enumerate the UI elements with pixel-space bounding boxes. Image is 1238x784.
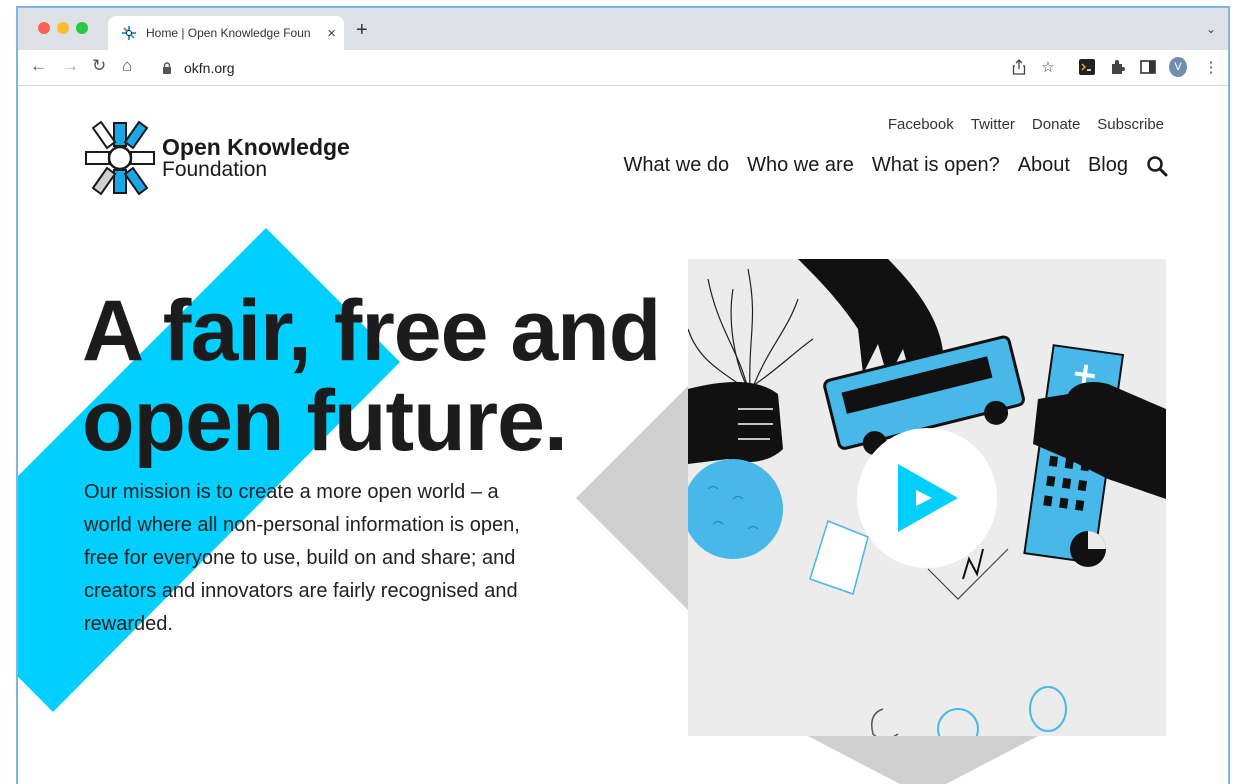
donate-link[interactable]: Donate [1032, 116, 1080, 133]
hero-title-line2: open future. [82, 373, 568, 470]
main-nav: What we do Who we are What is open? Abou… [624, 154, 1168, 177]
extensions-icon[interactable] [1109, 58, 1127, 76]
close-window-button[interactable] [38, 22, 50, 34]
hero-title: A fair, free and open future. [82, 283, 661, 470]
nav-what-we-do[interactable]: What we do [624, 154, 730, 177]
twitter-link[interactable]: Twitter [971, 116, 1015, 133]
facebook-link[interactable]: Facebook [888, 116, 954, 133]
sidepanel-icon[interactable] [1139, 58, 1157, 76]
tab-strip: Home | Open Knowledge Foun × + ⌄ [18, 8, 1228, 50]
nav-about[interactable]: About [1018, 154, 1070, 177]
okfn-logo[interactable]: Open Knowledge Foundation [84, 120, 350, 196]
back-icon[interactable]: ← [30, 56, 47, 76]
new-tab-button[interactable]: + [356, 19, 368, 42]
play-button[interactable] [857, 428, 997, 568]
reload-icon[interactable]: ↻ [92, 56, 106, 76]
social-nav: Facebook Twitter Donate Subscribe [888, 116, 1164, 133]
play-icon [898, 464, 958, 532]
browser-window: Home | Open Knowledge Foun × + ⌄ ← → ↻ ⌂… [16, 6, 1230, 784]
logo-subtitle: Foundation [162, 158, 268, 182]
lock-icon [162, 62, 172, 74]
minimize-window-button[interactable] [57, 22, 69, 34]
forward-icon[interactable]: → [62, 56, 79, 76]
hero-title-line1: A fair, free and [82, 283, 661, 379]
okfn-logo-mark-icon [85, 120, 155, 196]
page-content: Open Knowledge Foundation Facebook Twitt… [18, 86, 1228, 784]
logo-text: Open Knowledge Foundation [162, 135, 350, 181]
nav-what-is-open[interactable]: What is open? [872, 154, 1000, 177]
tab-home[interactable]: Home | Open Knowledge Foun × [108, 16, 344, 50]
tab-search-button[interactable]: ⌄ [1206, 22, 1216, 36]
browser-toolbar: ← → ↻ ⌂ okfn.org ☆ V ⋮ [18, 50, 1228, 86]
share-icon[interactable] [1010, 58, 1028, 76]
avatar: V [1169, 57, 1187, 77]
nav-blog[interactable]: Blog [1088, 154, 1128, 177]
terminal-icon[interactable] [1078, 58, 1096, 76]
hero-video[interactable] [688, 259, 1166, 736]
logo-title: Open Knowledge [162, 133, 350, 160]
mission-statement: Our mission is to create a more open wor… [84, 481, 520, 635]
tab-close-button[interactable]: × [327, 25, 336, 42]
search-icon[interactable] [1146, 155, 1168, 177]
address-bar[interactable]: okfn.org [152, 54, 1022, 82]
maximize-window-button[interactable] [76, 22, 88, 34]
nav-who-we-are[interactable]: Who we are [747, 154, 854, 177]
url-text: okfn.org [184, 60, 235, 76]
okfn-favicon-icon [122, 26, 136, 40]
home-icon[interactable]: ⌂ [122, 56, 132, 76]
tab-title: Home | Open Knowledge Foun [146, 26, 311, 40]
bottom-diamond-shape [808, 736, 1038, 784]
subscribe-link[interactable]: Subscribe [1097, 116, 1164, 133]
profile-avatar[interactable]: V [1169, 57, 1187, 77]
menu-icon[interactable]: ⋮ [1202, 58, 1220, 76]
star-icon[interactable]: ☆ [1039, 58, 1057, 76]
